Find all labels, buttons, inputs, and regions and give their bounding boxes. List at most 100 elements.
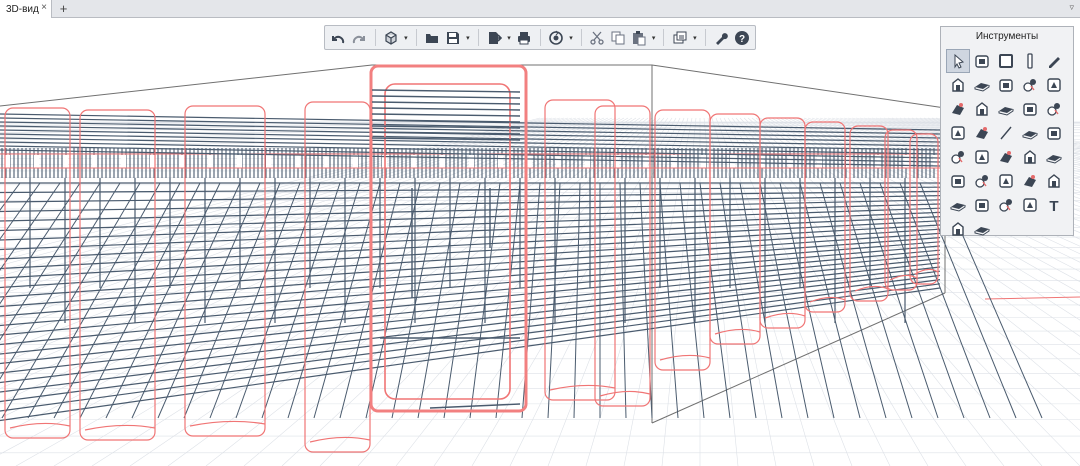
select-cursor-icon (954, 53, 965, 69)
tool-line-node-button[interactable] (970, 49, 994, 73)
tool-mesh-tool-button[interactable] (946, 145, 970, 169)
rebar-f-icon (1048, 174, 1060, 188)
tool-table-button[interactable] (994, 97, 1018, 121)
tab-menu-icon[interactable]: ▿ (1069, 2, 1074, 13)
copy-button[interactable] (608, 28, 627, 48)
tool-rebar-bend-button[interactable] (946, 121, 970, 145)
mesh-gap (34, 155, 39, 168)
tool-line-button[interactable] (994, 121, 1018, 145)
tool-select-cursor-button[interactable] (946, 49, 970, 73)
tool-stirrup-button[interactable] (1018, 121, 1042, 145)
tool-measure-button[interactable] (1018, 193, 1042, 217)
3d-viewport[interactable] (0, 18, 1080, 466)
mesh-gap (237, 155, 242, 168)
pencil-icon (1049, 57, 1060, 68)
tool-text-button[interactable]: T (1042, 193, 1066, 217)
tool-rebar-clamp-button[interactable] (994, 145, 1018, 169)
tool-polygon-button[interactable] (1042, 97, 1066, 121)
mesh-tool-icon (951, 151, 964, 164)
tool-beam-slab-button[interactable] (994, 73, 1018, 97)
tool-slab-button[interactable] (946, 73, 970, 97)
open-folder-icon (426, 33, 438, 43)
tool-roof-button[interactable] (1018, 73, 1042, 97)
rebar-c-icon (975, 175, 988, 188)
chevron-down-icon[interactable]: ▾ (691, 28, 699, 48)
tab-3d-view[interactable]: 3D-вид × (0, 0, 52, 18)
stirrup-hook (809, 296, 846, 303)
transverse-rebar (779, 182, 835, 419)
tool-pattern-button[interactable] (970, 217, 994, 241)
tool-pencil-button[interactable] (1042, 49, 1066, 73)
tool-frame-button[interactable] (970, 193, 994, 217)
toolbar-separator (415, 29, 417, 46)
slab-opening-icon (974, 83, 990, 92)
rebar-d-icon (999, 174, 1013, 188)
toolbar-separator (539, 29, 541, 46)
tool-section-frame-button[interactable] (970, 97, 994, 121)
tool-slab-opening-button[interactable] (970, 73, 994, 97)
mesh-gap (295, 155, 300, 168)
toolbar-separator (704, 29, 706, 46)
orbit-button[interactable] (547, 28, 566, 48)
save-icon (446, 31, 459, 44)
selected-rebar (371, 107, 521, 111)
tool-bucket-button[interactable] (970, 121, 994, 145)
stirrup-hook (309, 436, 371, 443)
close-icon[interactable]: × (41, 2, 47, 13)
mesh-gap (324, 155, 329, 168)
open-folder-button[interactable] (423, 28, 442, 48)
tool-cross-section-button[interactable] (946, 97, 970, 121)
bounding-box-edge (0, 64, 946, 109)
tool-rebar-f-button[interactable] (1042, 169, 1066, 193)
view-cube-button[interactable] (381, 28, 400, 48)
selected-rebar (371, 131, 521, 135)
mesh-gap (121, 155, 126, 168)
undo-button[interactable] (329, 28, 348, 48)
tool-rebar-c-button[interactable] (970, 169, 994, 193)
rebar-bend-icon (951, 126, 965, 140)
cut-button[interactable] (588, 28, 607, 48)
redo-button[interactable] (350, 28, 369, 48)
tool-rebar-a-button[interactable] (1018, 145, 1042, 169)
tool-mesh-button[interactable] (946, 169, 970, 193)
transverse-rebar (0, 182, 21, 211)
print-button[interactable] (515, 28, 534, 48)
tool-rebar-b-button[interactable] (1042, 145, 1066, 169)
tool-detail-button[interactable] (994, 193, 1018, 217)
rebar-3d-scene[interactable] (0, 18, 1080, 466)
tool-rect-plate-button[interactable] (994, 49, 1018, 73)
bottom-rebar (0, 287, 941, 422)
anchor-icon (975, 150, 989, 164)
save-button[interactable] (443, 28, 462, 48)
help-button[interactable]: ? (732, 28, 751, 48)
layers-button[interactable] (670, 28, 689, 48)
tool-column-button[interactable] (1018, 49, 1042, 73)
mesh-gap (469, 155, 474, 168)
stair-icon (1023, 103, 1037, 116)
tool-stair-button[interactable] (1018, 97, 1042, 121)
chevron-down-icon[interactable]: ▾ (505, 28, 513, 48)
chevron-down-icon[interactable]: ▾ (464, 28, 472, 48)
paste-button[interactable] (629, 28, 648, 48)
polygon-icon (1047, 103, 1060, 116)
mesh-gap (556, 155, 561, 168)
chevron-down-icon[interactable]: ▾ (650, 28, 658, 48)
add-tab-button[interactable]: + (56, 1, 71, 16)
chevron-down-icon[interactable]: ▾ (402, 28, 410, 48)
tool-home-button[interactable] (946, 193, 970, 217)
selected-rebar (371, 113, 521, 117)
export-button[interactable] (485, 28, 504, 48)
tool-dimension-button[interactable] (946, 217, 970, 241)
slab-icon (952, 78, 964, 92)
transverse-rebar (495, 182, 521, 419)
tool-anchor-button[interactable] (970, 145, 994, 169)
settings-wrench-button[interactable] (712, 28, 731, 48)
transverse-rebar (261, 182, 341, 419)
tool-wall-button[interactable] (1042, 73, 1066, 97)
chevron-down-icon[interactable]: ▾ (567, 28, 575, 48)
print-icon (518, 31, 531, 44)
tool-rebar-e-button[interactable] (1018, 169, 1042, 193)
tool-rebar-d-button[interactable] (994, 169, 1018, 193)
tool-rebar-hook-button[interactable] (1042, 121, 1066, 145)
mesh-gap (63, 155, 68, 168)
